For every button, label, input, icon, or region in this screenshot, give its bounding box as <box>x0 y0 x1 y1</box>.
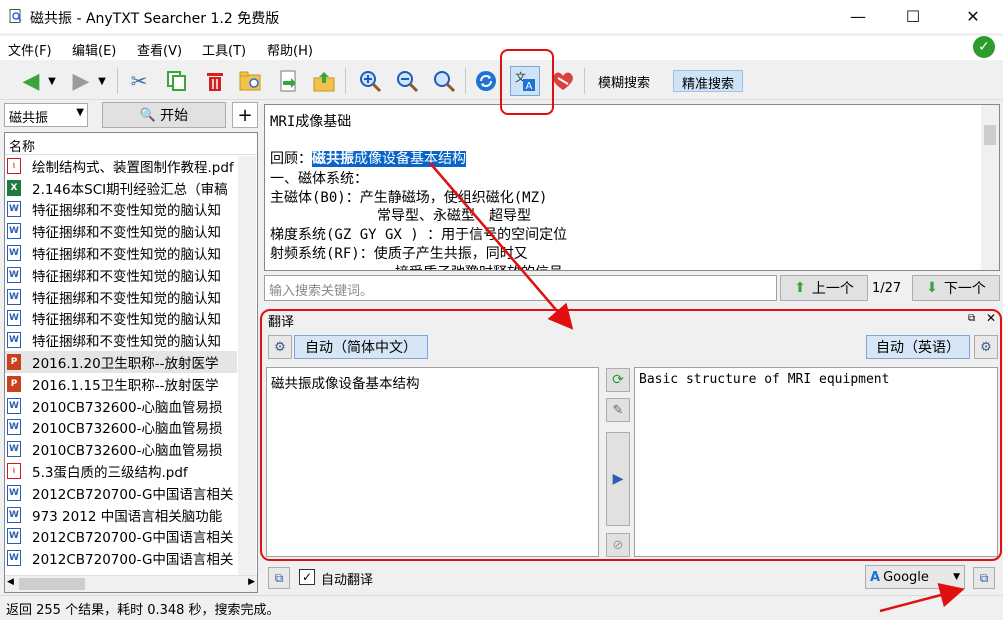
annotation-arrows <box>429 162 965 613</box>
annotation-arrow <box>429 162 574 330</box>
annotation-arrow <box>879 582 965 613</box>
